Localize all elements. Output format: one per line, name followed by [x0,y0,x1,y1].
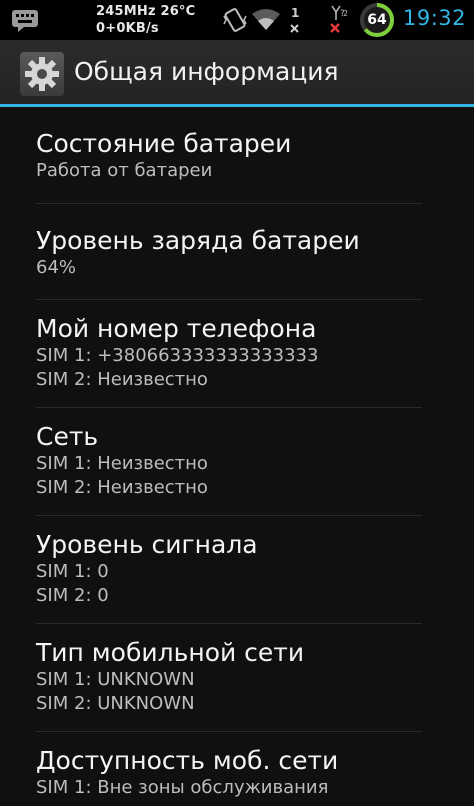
settings-gear-icon [25,57,59,91]
item-value-sim1: SIM 1: Вне зоны обслуживания [36,777,329,798]
list-item-battery-status[interactable]: Состояние батареи Работа от батареи [36,107,422,204]
item-title: Мой номер телефона [36,314,317,343]
item-title: Уровень сигнала [36,530,258,559]
wifi-icon [252,9,280,30]
item-value-sim1: SIM 1: 0 [36,561,109,582]
item-title: Состояние батареи [36,129,292,158]
item-value-sim2: SIM 2: UNKNOWN [36,693,195,714]
list-item-signal-level[interactable]: Уровень сигнала SIM 1: 0 SIM 2: 0 [36,516,422,624]
item-title: Уровень заряда батареи [36,226,360,255]
app-icon[interactable] [20,52,64,96]
item-title: Сеть [36,422,99,451]
net-speed-indicator: 245MHz 26°C 0+0KB/s [96,3,195,37]
battery-level-text: 64 [367,12,387,28]
item-value-sim2: SIM 2: 0 [36,585,109,606]
status-bar: 245MHz 26°C 0+0KB/s 1 ? 2 64 19:32 [0,0,474,40]
info-list: Состояние батареи Работа от батареи Уров… [0,107,474,806]
transfer-rate-text: 0+0KB/s [96,21,159,36]
list-item-battery-level[interactable]: Уровень заряда батареи 64% [36,204,422,300]
list-item-mobile-network-availability[interactable]: Доступность моб. сети SIM 1: Вне зоны об… [36,732,422,806]
item-value: 64% [36,257,77,278]
item-value-sim2: SIM 2: Неизвестно [36,477,208,498]
vibrate-icon [223,8,247,32]
signal-no-service-icon: ? 2 [330,5,348,33]
keyboard-notification-icon[interactable] [10,7,40,33]
clock: 19:32 [402,6,466,30]
item-value-sim2: SIM 2: Неизвестно [36,369,208,390]
list-item-mobile-network-type[interactable]: Тип мобильной сети SIM 1: UNKNOWN SIM 2:… [36,624,422,732]
action-bar: Общая информация [0,40,474,106]
svg-text:1: 1 [291,6,299,20]
data-transfer-icon: 1 [290,6,299,33]
cpu-temp-text: 245MHz 26°C [96,4,196,19]
battery-indicator: 64 [359,2,395,38]
item-value-sim1: SIM 1: Неизвестно [36,453,208,474]
list-item-phone-number[interactable]: Мой номер телефона SIM 1: +3806633333333… [36,300,422,408]
item-title: Доступность моб. сети [36,746,339,775]
item-value-sim1: SIM 1: +380663333333333333 [36,345,319,366]
item-title: Тип мобильной сети [36,638,305,667]
page-title: Общая информация [74,57,339,86]
item-value-sim1: SIM 1: UNKNOWN [36,669,195,690]
list-item-network[interactable]: Сеть SIM 1: Неизвестно SIM 2: Неизвестно [36,408,422,516]
item-value: Работа от батареи [36,160,213,181]
svg-text:2: 2 [343,9,348,18]
